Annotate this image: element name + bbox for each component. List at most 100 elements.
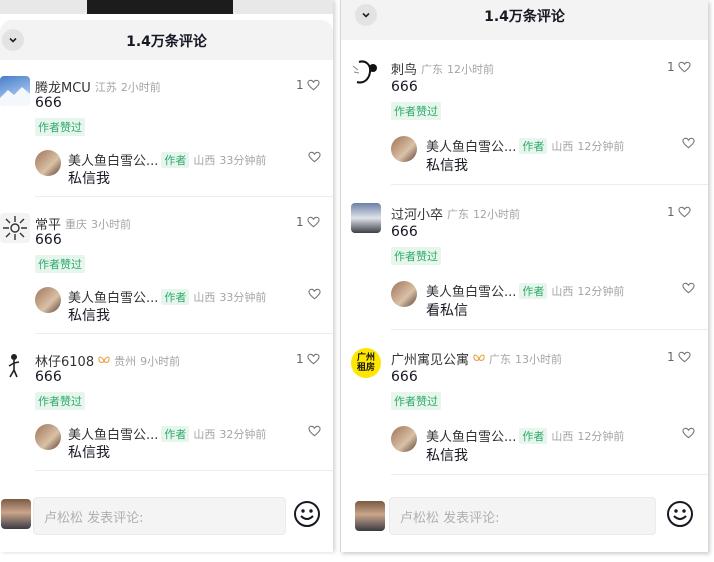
reply-like-button[interactable] [679, 282, 695, 294]
region: 重庆 [65, 217, 88, 231]
reply-like-button[interactable] [679, 137, 695, 149]
comment-item: 腾龙MCU 江苏 2小时前 666 作者赞过 1 美人鱼白雪公... 作者 山西… [0, 60, 333, 197]
heart-outline-icon [682, 282, 695, 294]
author-liked-badge: 作者赞过 [35, 255, 85, 273]
timestamp: 9小时前 [140, 354, 181, 368]
reply-text: 私信我 [426, 158, 468, 174]
author-badge: 作者 [161, 151, 190, 168]
timestamp: 12小时前 [473, 207, 521, 221]
reply-timestamp: 12分钟前 [577, 429, 625, 443]
divider [35, 470, 333, 471]
timestamp: 2小时前 [120, 80, 161, 94]
comment-input[interactable]: 卢松松 发表评论: [33, 497, 286, 535]
reply-region: 山西 [551, 284, 574, 298]
reply-like-button[interactable] [679, 427, 695, 439]
author-liked-badge: 作者赞过 [391, 102, 441, 120]
comment-item: 过河小卒 广东 12小时前 666 作者赞过 1 美人鱼白雪公... 作者 山西… [341, 185, 708, 330]
reply-like-button[interactable] [305, 288, 321, 300]
heart-outline-icon [308, 425, 321, 437]
region: 广东 [447, 207, 470, 221]
reply-avatar[interactable] [391, 426, 417, 452]
author-badge: 作者 [519, 427, 548, 444]
heart-outline-icon [308, 151, 321, 163]
username[interactable]: 过河小卒 [391, 204, 443, 223]
reply-region: 山西 [193, 153, 216, 167]
divider [391, 474, 708, 475]
username[interactable]: 广州寓见公寓 [391, 349, 469, 368]
comment-input[interactable]: 卢松松 发表评论: [389, 497, 656, 535]
reply-region: 山西 [193, 427, 216, 441]
like-count: 1 [296, 352, 304, 366]
comment-item: 林仔6108 贵州 9小时前 666 作者赞过 1 美人鱼白雪公... 作者 山… [0, 334, 333, 471]
username[interactable]: 腾龙MCU [35, 77, 91, 96]
avatar[interactable] [351, 203, 381, 233]
avatar[interactable] [0, 350, 30, 380]
reply-username[interactable]: 美人鱼白雪公... [68, 287, 158, 306]
author-liked-badge: 作者赞过 [391, 247, 441, 265]
reply-like-button[interactable] [305, 425, 321, 437]
like-button[interactable]: 1 [667, 205, 691, 219]
heart-outline-icon [678, 61, 691, 73]
author-badge: 作者 [161, 288, 190, 305]
avatar[interactable] [0, 76, 30, 106]
smiley-emoji-icon[interactable] [666, 500, 694, 528]
reply-region: 山西 [551, 139, 574, 153]
author-badge: 作者 [161, 425, 190, 442]
my-avatar [355, 501, 385, 531]
reply-username[interactable]: 美人鱼白雪公... [426, 426, 516, 445]
timestamp: 3小时前 [91, 217, 132, 231]
reply-timestamp: 33分钟前 [219, 290, 267, 304]
comment-list[interactable]: 腾龙MCU 江苏 2小时前 666 作者赞过 1 美人鱼白雪公... 作者 山西… [0, 60, 333, 471]
region: 广东 [421, 62, 444, 76]
reply-username[interactable]: 美人鱼白雪公... [68, 150, 158, 169]
like-button[interactable]: 1 [667, 350, 691, 364]
avatar[interactable] [0, 213, 30, 243]
comment-item: 刺鸟 广东 12小时前 666 作者赞过 1 美人鱼白雪公... 作者 山西 1… [341, 40, 708, 185]
comment-count-title: 1.4万条评论 [484, 9, 565, 25]
reply-timestamp: 12分钟前 [577, 139, 625, 153]
comment-count-title: 1.4万条评论 [126, 34, 207, 50]
reply-timestamp: 33分钟前 [219, 153, 267, 167]
reply-like-button[interactable] [305, 151, 321, 163]
username[interactable]: 常平 [35, 214, 61, 233]
like-button[interactable]: 1 [296, 352, 320, 366]
comment-text: 666 [35, 95, 62, 111]
reply-text: 私信我 [68, 171, 110, 187]
comment-input-bar: 卢松松 发表评论: [341, 487, 708, 552]
like-button[interactable]: 1 [296, 78, 320, 92]
butterfly-badge-icon [473, 354, 485, 361]
reply-timestamp: 12分钟前 [577, 284, 625, 298]
reply-text: 私信我 [68, 308, 110, 324]
reply-username[interactable]: 美人鱼白雪公... [426, 281, 516, 300]
username[interactable]: 刺鸟 [391, 59, 417, 78]
like-button[interactable]: 1 [667, 60, 691, 74]
username[interactable]: 林仔6108 [35, 351, 94, 370]
region: 贵州 [114, 354, 137, 368]
reply-avatar[interactable] [391, 136, 417, 162]
comments-panel-left: 1.4万条评论 腾龙MCU 江苏 2小时前 666 作者赞过 1 美人鱼白雪公.… [0, 0, 333, 552]
heart-outline-icon [308, 288, 321, 300]
reply-avatar[interactable] [391, 281, 417, 307]
avatar[interactable] [351, 58, 381, 88]
heart-outline-icon [307, 216, 320, 228]
reply-avatar[interactable] [35, 424, 61, 450]
reply-avatar[interactable] [35, 150, 61, 176]
reply-text: 看私信 [426, 303, 468, 319]
reply-username[interactable]: 美人鱼白雪公... [426, 136, 516, 155]
comment-sheet-header: 1.4万条评论 [341, 0, 708, 40]
like-count: 1 [296, 215, 304, 229]
comments-panel-right: 1.4万条评论 刺鸟 广东 12小时前 666 作者赞过 1 美人鱼白雪公...… [340, 0, 708, 552]
region: 广东 [489, 352, 512, 366]
like-count: 1 [667, 350, 675, 364]
comment-sheet-header: 1.4万条评论 [0, 20, 333, 60]
comment-text: 666 [35, 369, 62, 385]
comment-input-bar: 卢松松 发表评论: [0, 487, 333, 552]
avatar[interactable]: 广州 租房 [351, 348, 381, 378]
smiley-emoji-icon[interactable] [293, 500, 321, 528]
comment-list[interactable]: 刺鸟 广东 12小时前 666 作者赞过 1 美人鱼白雪公... 作者 山西 1… [341, 40, 708, 475]
reply-username[interactable]: 美人鱼白雪公... [68, 424, 158, 443]
reply-avatar[interactable] [35, 287, 61, 313]
comment-text: 666 [391, 369, 418, 385]
author-badge: 作者 [519, 282, 548, 299]
like-button[interactable]: 1 [296, 215, 320, 229]
